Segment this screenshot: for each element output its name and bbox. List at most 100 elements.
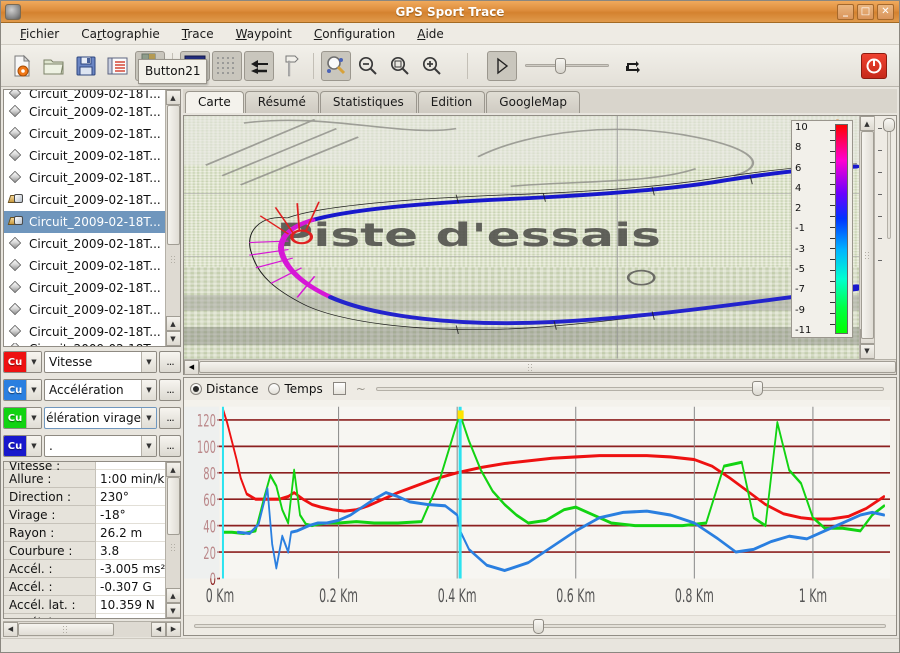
curve-options-button-1[interactable]: ... (159, 351, 181, 373)
measurements-table-hscrollbar[interactable]: ◀ ◀ ▶ (3, 621, 181, 637)
curve-color-combo-3[interactable]: Cu ▼ (3, 407, 42, 429)
slider-knob[interactable] (555, 57, 567, 74)
scroll-left-arrow-2[interactable]: ◀ (151, 621, 166, 637)
curve-options-button-2[interactable]: ... (159, 379, 181, 401)
maximize-button[interactable]: □ (857, 3, 874, 20)
scroll-thumb-h[interactable] (199, 360, 896, 373)
track-list-scrollbar[interactable]: ▲ ▲ ▼ (165, 90, 180, 346)
curve-color-swatch-3[interactable]: Cu (4, 408, 26, 428)
list-item[interactable]: Circuit_2009-02-18T... (4, 101, 165, 123)
table-row[interactable]: Allure : 1:00 min/km (4, 470, 165, 488)
curve-value-combo-4[interactable]: . ▼ (44, 435, 157, 457)
table-row[interactable]: Accél. : -0.307 G (4, 578, 165, 596)
chevron-down-icon[interactable]: ▼ (26, 408, 41, 428)
open-folder-icon[interactable] (39, 51, 69, 81)
menu-aide[interactable]: Aide (406, 24, 455, 44)
zoom-slider-knob[interactable] (882, 118, 895, 132)
menu-cartographie[interactable]: Cartographie (70, 24, 171, 44)
scroll-thumb[interactable] (860, 131, 874, 339)
map-canvas[interactable]: Piste d'essais 10 8 6 4 2 -1 -3 -5 -7 -9… (184, 116, 859, 359)
scroll-trough[interactable] (165, 105, 180, 316)
play-icon[interactable] (487, 50, 517, 81)
chevron-down-icon[interactable]: ▼ (141, 408, 156, 428)
curve-color-swatch-2[interactable]: Cu (4, 380, 26, 400)
map-hscrollbar[interactable]: ◀ (184, 358, 896, 375)
chevron-down-icon[interactable]: ▼ (141, 352, 156, 372)
map-search-icon[interactable] (321, 50, 351, 81)
scroll-trough[interactable] (165, 477, 180, 588)
scroll-down-arrow[interactable]: ▼ (859, 343, 875, 359)
chevron-down-icon[interactable]: ▼ (141, 380, 156, 400)
curve-value-combo-2[interactable]: Accélération ▼ (44, 379, 157, 401)
curve-options-button-3[interactable]: ... (159, 407, 181, 429)
playback-speed-slider[interactable] (525, 57, 609, 75)
zoom-in-icon[interactable] (417, 51, 447, 81)
tab-statistiques[interactable]: Statistiques (319, 91, 417, 113)
scroll-up-arrow-2[interactable]: ▲ (165, 588, 180, 603)
chevron-down-icon[interactable]: ▼ (26, 352, 41, 372)
chevron-down-icon[interactable]: ▼ (26, 380, 41, 400)
curve-color-combo-4[interactable]: Cu ▼ (3, 435, 42, 457)
minimize-button[interactable]: _ (837, 3, 854, 20)
scroll-thumb[interactable] (166, 105, 180, 245)
grid-icon[interactable] (212, 50, 242, 81)
measurements-table-scrollbar[interactable]: ▲ ▲ ▼ (165, 462, 180, 618)
menu-trace[interactable]: Trace (171, 24, 225, 44)
scroll-left-arrow[interactable]: ◀ (184, 359, 199, 375)
list-item[interactable]: Circuit_2009-02-18T... (4, 343, 165, 346)
curve-color-swatch-4[interactable]: Cu (4, 436, 26, 456)
list-item-selected[interactable]: Circuit_2009-02-18T... (4, 211, 165, 233)
list-item[interactable]: Circuit_2009-02-18T... (4, 255, 165, 277)
copy-pages-icon[interactable] (103, 51, 133, 81)
curve-color-combo-1[interactable]: Cu ▼ (3, 351, 42, 373)
list-item[interactable]: Circuit_2009-02-18T... (4, 189, 165, 211)
list-item[interactable]: Circuit_2009-02-18T... (4, 321, 165, 343)
radio-temps[interactable]: Temps (268, 382, 323, 396)
radio-distance-dot[interactable] (190, 382, 202, 395)
track-list[interactable]: Circuit_2009-02-18T... Circuit_2009-02-1… (4, 90, 165, 346)
save-disk-icon[interactable] (71, 51, 101, 81)
list-item[interactable]: Circuit_2009-02-18T... (4, 90, 165, 101)
menu-configuration[interactable]: Configuration (303, 24, 406, 44)
loop-icon[interactable] (617, 51, 647, 81)
scroll-right-arrow[interactable]: ▶ (166, 621, 181, 637)
scroll-trough[interactable] (859, 131, 875, 339)
scroll-up-arrow[interactable]: ▲ (165, 90, 180, 105)
chevron-down-icon[interactable]: ▼ (26, 436, 41, 456)
list-item[interactable]: Circuit_2009-02-18T... (4, 233, 165, 255)
scroll-up-arrow[interactable]: ▲ (859, 116, 875, 131)
chart-checkbox[interactable] (332, 382, 346, 395)
scroll-up-arrow-2[interactable]: ▲ (165, 316, 180, 331)
scroll-up-arrow[interactable]: ▲ (165, 462, 180, 477)
position-slider-knob[interactable] (533, 618, 545, 634)
new-file-icon[interactable] (7, 51, 37, 81)
arrows-left-icon[interactable] (244, 50, 274, 81)
scroll-down-arrow[interactable]: ▼ (165, 331, 180, 346)
list-item[interactable]: Circuit_2009-02-18T... (4, 123, 165, 145)
waypoint-pin-icon[interactable] (276, 51, 306, 81)
table-row[interactable]: Accél. lat. : 10.359 N (4, 596, 165, 614)
chart-zoom-slider[interactable] (375, 381, 884, 397)
zoom-fit-icon[interactable] (385, 51, 415, 81)
close-button[interactable]: ✕ (877, 3, 894, 20)
curve-value-combo-1[interactable]: Vitesse ▼ (44, 351, 157, 373)
radio-distance[interactable]: Distance (190, 382, 258, 396)
curve-color-combo-2[interactable]: Cu ▼ (3, 379, 42, 401)
tab-edition[interactable]: Edition (417, 91, 486, 113)
radio-temps-dot[interactable] (268, 382, 281, 395)
scroll-trough-h[interactable] (18, 621, 151, 637)
table-row[interactable]: Courbure : 3.8 (4, 542, 165, 560)
table-row[interactable]: Accél. lat. : 1.055 G (4, 614, 165, 618)
scroll-thumb[interactable] (166, 477, 180, 535)
map-vscrollbar[interactable]: ▲ ▲ ▼ (859, 116, 875, 359)
list-item[interactable]: Circuit_2009-02-18T... (4, 145, 165, 167)
list-item[interactable]: Circuit_2009-02-18T... (4, 167, 165, 189)
curve-value-combo-3[interactable]: élération virage ▼ (44, 407, 157, 429)
tab-googlemap[interactable]: GoogleMap (486, 91, 580, 113)
chart-plot-area[interactable]: 0 20 40 60 80 100 120 0 Km 0.2 Km 0.4 Km 0.6 Km 0.8… (184, 399, 896, 615)
scroll-trough-h[interactable] (199, 359, 896, 374)
scroll-left-arrow[interactable]: ◀ (3, 621, 18, 637)
tab-resume[interactable]: Résumé (244, 91, 319, 113)
chart-position-slider[interactable] (184, 615, 896, 635)
scroll-down-arrow[interactable]: ▼ (165, 603, 180, 618)
